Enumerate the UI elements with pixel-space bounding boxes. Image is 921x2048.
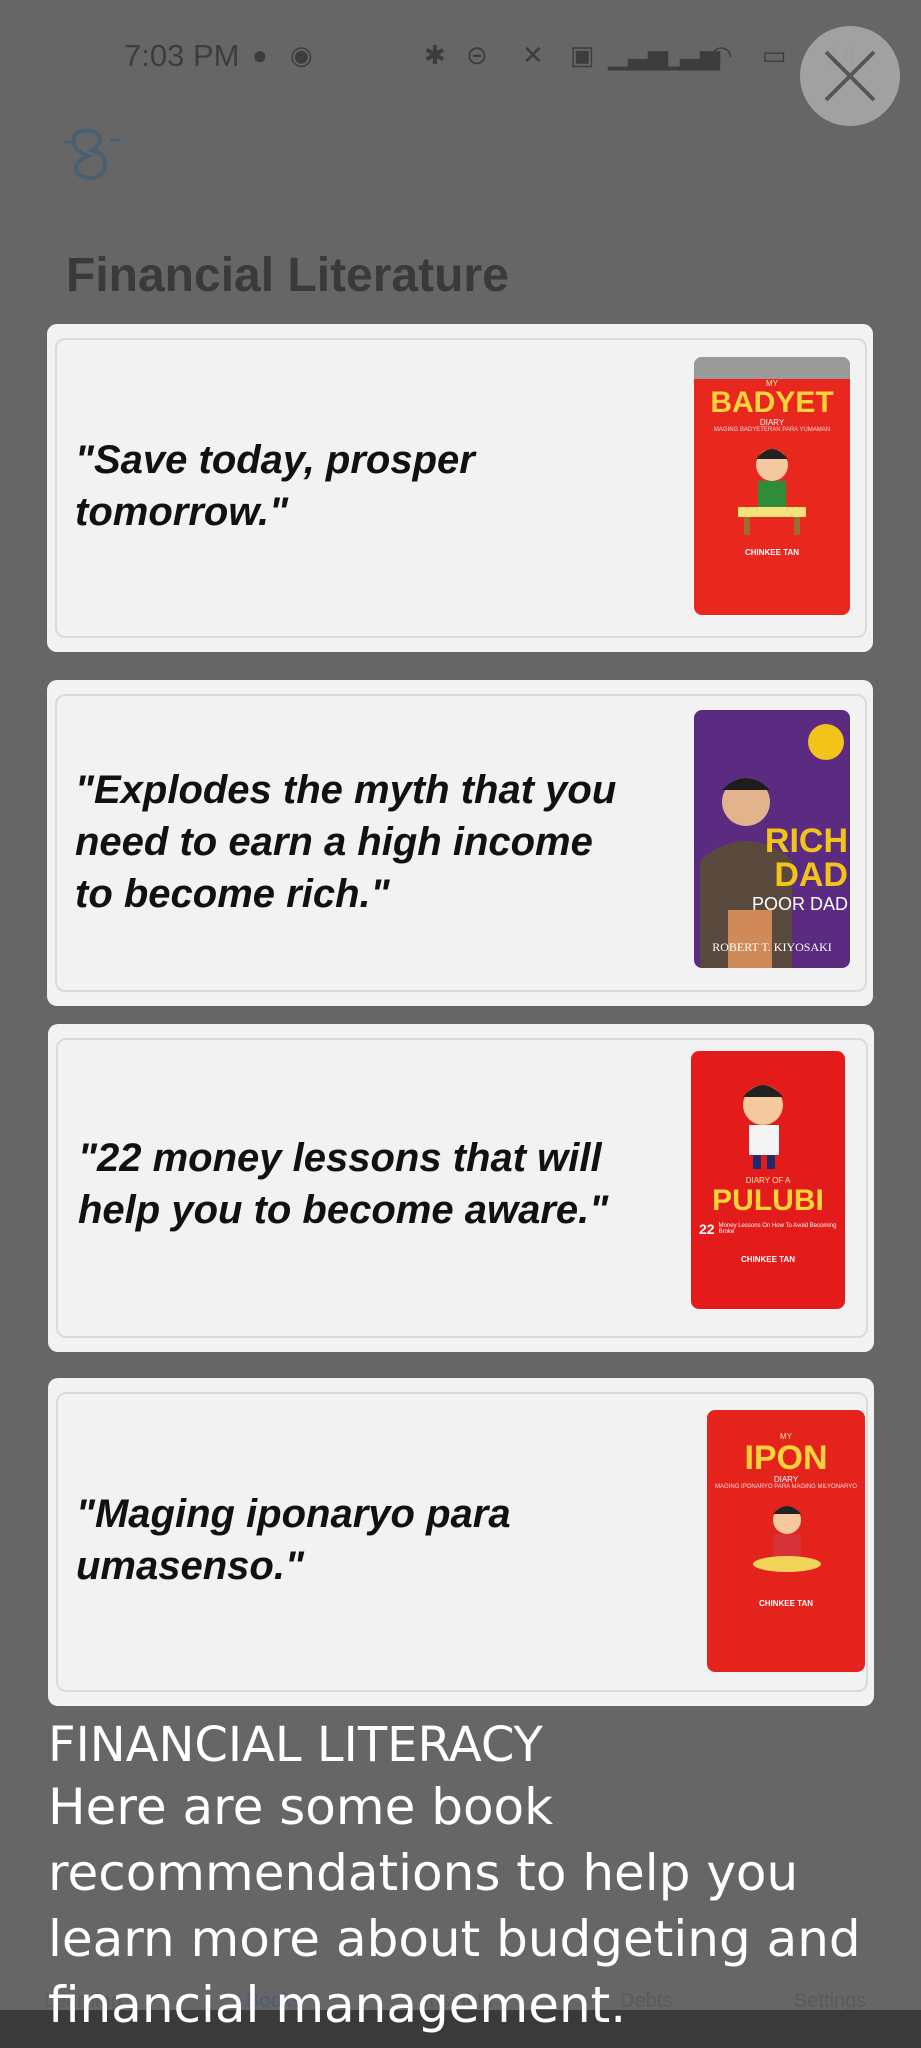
cover-subtitle-row: 22 Money Lessons On How To Avoid Becomin… <box>691 1217 845 1241</box>
signal-icon: ▁▃▅ <box>608 40 668 70</box>
app-logo-icon <box>64 128 120 181</box>
tutorial-caption: FINANCIAL LITERACY Here are some book re… <box>48 1716 908 2038</box>
quote-line: umasenso." <box>76 1544 304 1588</box>
quote-line: to become rich." <box>75 872 390 916</box>
status-bar: 7:03 PM ● ◉ ✱ ⊝ ✕ ▣ ▁▃▅ ▁▃▅ ◠ ▭ 14 <box>0 0 921 110</box>
mute-icon: ✕ <box>522 40 544 70</box>
book-card[interactable]: "Maging iponaryo para umasenso." MY IPON… <box>48 1378 874 1706</box>
cover-title: BADYET <box>710 386 834 419</box>
bluetooth-icon: ✱ <box>424 40 446 70</box>
caption-title: FINANCIAL LITERACY <box>48 1717 543 1773</box>
book-cover-pulubi[interactable]: DIARY OF A PULUBI 22 Money Lessons On Ho… <box>691 1051 845 1309</box>
wifi-icon: ◠ <box>710 40 733 70</box>
cover-title-line3: POOR DAD <box>752 894 849 914</box>
book-cover-rich-dad[interactable]: RICH DAD POOR DAD ROBERT T. KIYOSAKI <box>694 710 850 968</box>
cover-title: IPON <box>744 1439 828 1477</box>
close-tooltip-button[interactable] <box>800 26 900 126</box>
page-title: Financial Literature <box>66 249 509 302</box>
book-cover-ipon[interactable]: MY IPON DIARY MAGING IPONARYO PARA MAGIN… <box>707 1410 865 1672</box>
book-quote: "Maging iponaryo para umasenso." <box>76 1488 511 1592</box>
book-card[interactable]: "22 money lessons that will help you to … <box>48 1024 874 1352</box>
caption-body: Here are some book recommendations to he… <box>48 1774 908 2038</box>
cover-author: CHINKEE TAN <box>744 548 800 557</box>
caption-line: financial management. <box>48 1976 627 2034</box>
cover-title: PULUBI <box>712 1184 824 1217</box>
volte-icon: ▣ <box>570 40 595 70</box>
book-cover-badyet[interactable]: MY BADYET DIARY MAGING BADYETERAN PARA Y… <box>694 357 850 615</box>
book-quote: "Explodes the myth that you need to earn… <box>75 764 616 920</box>
cover-illustration <box>743 1085 783 1169</box>
battery-icon: ▭ <box>762 40 787 70</box>
cover-top-band <box>694 357 850 379</box>
cover-illustration <box>753 1506 821 1572</box>
cover-title-line1: RICH <box>764 822 848 860</box>
quote-line: need to earn a high income <box>75 820 593 864</box>
close-icon <box>824 50 876 102</box>
toggle-icon: ⊝ <box>466 40 488 70</box>
quote-line: help you to become aware." <box>78 1188 609 1232</box>
book-quote: "22 money lessons that will help you to … <box>78 1132 608 1236</box>
caption-line: learn more about budgeting and <box>48 1910 861 1968</box>
cover-subtitle: DIARY <box>759 418 785 427</box>
quote-line: tomorrow." <box>75 490 289 534</box>
cover-tagline: Money Lessons On How To Avoid Becoming B… <box>718 1223 837 1235</box>
cover-author: CHINKEE TAN <box>758 1599 814 1608</box>
messenger-icon: ● <box>252 40 268 70</box>
cover-author: ROBERT T. KIYOSAKI <box>712 940 832 954</box>
quote-line: "Save today, prosper <box>75 438 475 482</box>
cover-subtitle: DIARY <box>773 1475 799 1484</box>
caption-line: Here are some book <box>48 1778 554 1836</box>
cover-illustration <box>738 449 806 535</box>
cover-author: CHINKEE TAN <box>740 1255 796 1264</box>
book-quote: "Save today, prosper tomorrow." <box>75 434 475 538</box>
cover-number: 22 <box>699 1221 715 1237</box>
book-card[interactable]: "Save today, prosper tomorrow." MY BADYE… <box>47 324 873 652</box>
quote-line: "Explodes the myth that you <box>75 768 617 812</box>
app-notification-icon: ◉ <box>290 40 313 70</box>
quote-line: "Maging iponaryo para <box>76 1492 511 1536</box>
status-time: 7:03 PM <box>124 38 240 73</box>
quote-line: "22 money lessons that will <box>78 1136 602 1180</box>
book-card[interactable]: "Explodes the myth that you need to earn… <box>47 680 873 1006</box>
cover-title-line2: DAD <box>774 856 848 894</box>
caption-line: recommendations to help you <box>48 1844 799 1902</box>
